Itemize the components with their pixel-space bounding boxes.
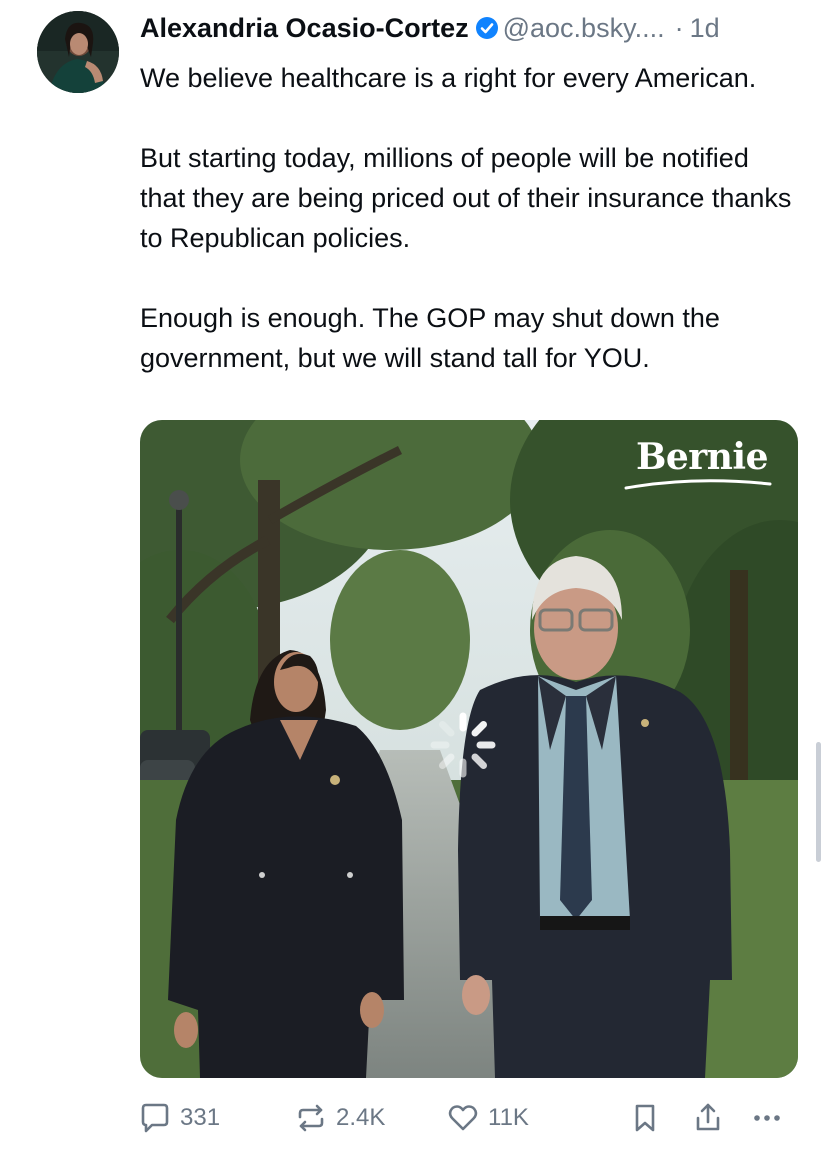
heart-icon	[448, 1105, 478, 1131]
post-content: Alexandria Ocasio-Cortez @aoc.bsky.... ·…	[140, 8, 800, 378]
share-icon	[696, 1103, 720, 1131]
reply-button[interactable]: 331	[138, 1101, 220, 1135]
reply-icon	[141, 1103, 169, 1133]
verified-badge-icon	[475, 16, 499, 40]
avatar-image	[37, 11, 119, 93]
post[interactable]: Alexandria Ocasio-Cortez @aoc.bsky.... ·…	[0, 0, 828, 1155]
author-handle[interactable]: @aoc.bsky....	[503, 13, 665, 44]
post-text: We believe healthcare is a right for eve…	[140, 63, 792, 373]
bookmark-button[interactable]	[630, 1101, 660, 1135]
more-options-button[interactable]	[750, 1101, 784, 1135]
reply-count: 331	[180, 1104, 221, 1131]
repost-icon	[298, 1104, 324, 1132]
repost-count: 2.4K	[336, 1104, 386, 1131]
video-logo-text: Bernie	[635, 436, 769, 478]
like-button[interactable]: 11K	[446, 1101, 529, 1135]
author-display-name[interactable]: Alexandria Ocasio-Cortez	[140, 13, 469, 44]
post-timestamp[interactable]: 1d	[690, 13, 720, 44]
bookmark-icon	[635, 1104, 655, 1132]
scrollbar[interactable]	[816, 742, 821, 862]
share-button[interactable]	[693, 1101, 723, 1135]
loading-spinner-icon	[430, 712, 496, 778]
repost-button[interactable]: 2.4K	[294, 1101, 385, 1135]
post-header: Alexandria Ocasio-Cortez @aoc.bsky.... ·…	[140, 8, 800, 48]
post-actions: 331 2.4K 11K	[138, 1095, 798, 1141]
more-options-icon	[754, 1115, 780, 1121]
post-video[interactable]: Bernie	[140, 420, 798, 1078]
logo-swoosh-icon	[624, 479, 772, 490]
header-separator: ·	[674, 12, 684, 43]
avatar[interactable]	[37, 11, 119, 93]
like-count: 11K	[488, 1104, 529, 1131]
